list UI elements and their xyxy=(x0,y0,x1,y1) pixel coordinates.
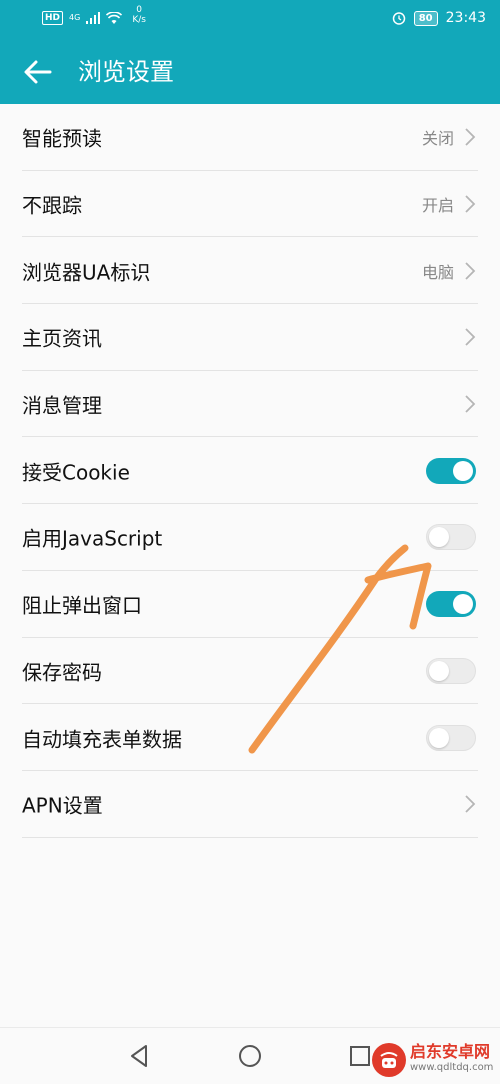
status-bar: HD 4G 0 K/s 80 23:43 xyxy=(0,0,500,40)
watermark-logo-icon xyxy=(372,1043,406,1077)
watermark: 启东安卓网 www.qdltdq.com xyxy=(370,1040,496,1080)
settings-row-label: 保存密码 xyxy=(22,660,102,685)
settings-row[interactable]: 浏览器UA标识 电脑 xyxy=(0,237,500,304)
back-button[interactable] xyxy=(20,54,56,90)
toggle-knob xyxy=(453,594,473,615)
back-arrow-icon xyxy=(24,60,52,84)
status-left: HD 4G 0 K/s xyxy=(42,5,146,25)
settings-row-value: 开启 xyxy=(421,196,454,216)
chevron-right-icon xyxy=(465,795,476,813)
network-speed-value: 0 xyxy=(136,5,142,15)
chevron-right-icon xyxy=(465,128,476,146)
settings-row[interactable]: 智能预读 关闭 xyxy=(0,104,500,171)
toggle-knob xyxy=(429,527,449,548)
network-type: 4G xyxy=(69,13,81,22)
toggle-knob xyxy=(429,660,449,681)
settings-row-label: 不跟踪 xyxy=(22,193,82,218)
settings-row[interactable]: 不跟踪 开启 xyxy=(0,171,500,238)
toggle-switch[interactable] xyxy=(426,724,476,751)
settings-row-label: 启用JavaScript xyxy=(22,526,163,551)
settings-row-label: 接受Cookie xyxy=(22,460,130,485)
settings-row-label: 自动填充表单数据 xyxy=(22,727,182,752)
settings-row[interactable]: 消息管理 xyxy=(0,371,500,438)
watermark-name: 启东安卓网 xyxy=(410,1042,491,1061)
wifi-icon xyxy=(106,12,123,24)
settings-row[interactable]: 阻止弹出窗口 xyxy=(0,571,500,638)
settings-row-value: 关闭 xyxy=(421,129,454,149)
clock: 23:43 xyxy=(445,10,486,26)
toggle-switch[interactable] xyxy=(426,524,476,551)
settings-row-label: 消息管理 xyxy=(22,393,102,418)
circle-home-icon xyxy=(239,1045,261,1067)
settings-row-value: 电脑 xyxy=(421,262,454,282)
settings-row-label: 智能预读 xyxy=(22,126,102,151)
settings-row[interactable]: 启用JavaScript xyxy=(0,504,500,571)
status-right: 80 23:43 xyxy=(392,10,486,26)
network-speed: 0 K/s xyxy=(132,5,146,25)
toggle-knob xyxy=(429,727,449,748)
alarm-clock-icon xyxy=(392,12,405,25)
chevron-right-icon xyxy=(465,262,476,280)
hd-badge: HD xyxy=(42,11,64,25)
settings-row-label: APN设置 xyxy=(22,793,103,818)
triangle-back-icon xyxy=(131,1045,147,1067)
settings-row-label: 主页资讯 xyxy=(22,326,102,351)
toggle-switch[interactable] xyxy=(426,591,476,618)
settings-row-label: 浏览器UA标识 xyxy=(22,260,151,285)
nav-back-button[interactable] xyxy=(122,1038,158,1074)
battery-level: 80 xyxy=(413,10,438,26)
settings-row[interactable]: 自动填充表单数据 xyxy=(0,704,500,771)
toggle-knob xyxy=(453,460,473,481)
toggle-switch[interactable] xyxy=(426,657,476,684)
settings-row[interactable]: 接受Cookie xyxy=(0,437,500,504)
chevron-right-icon xyxy=(465,195,476,213)
toggle-switch[interactable] xyxy=(426,457,476,484)
signal-icon xyxy=(86,12,101,24)
settings-list: 智能预读 关闭不跟踪 开启浏览器UA标识 电脑主页资讯消息管理接受Cookie 启用Ja… xyxy=(0,104,500,838)
app-bar: 浏览设置 xyxy=(0,40,500,104)
watermark-url: www.qdltdq.com xyxy=(410,1062,494,1073)
settings-row[interactable]: 主页资讯 xyxy=(0,304,500,371)
chevron-right-icon xyxy=(465,328,476,347)
nav-home-button[interactable] xyxy=(232,1038,268,1074)
page-title: 浏览设置 xyxy=(78,58,174,86)
chevron-right-icon xyxy=(465,395,476,413)
settings-row[interactable]: APN设置 xyxy=(0,771,500,838)
settings-row-label: 阻止弹出窗口 xyxy=(22,593,142,618)
settings-row[interactable]: 保存密码 xyxy=(0,638,500,705)
network-speed-unit: K/s xyxy=(132,15,146,25)
